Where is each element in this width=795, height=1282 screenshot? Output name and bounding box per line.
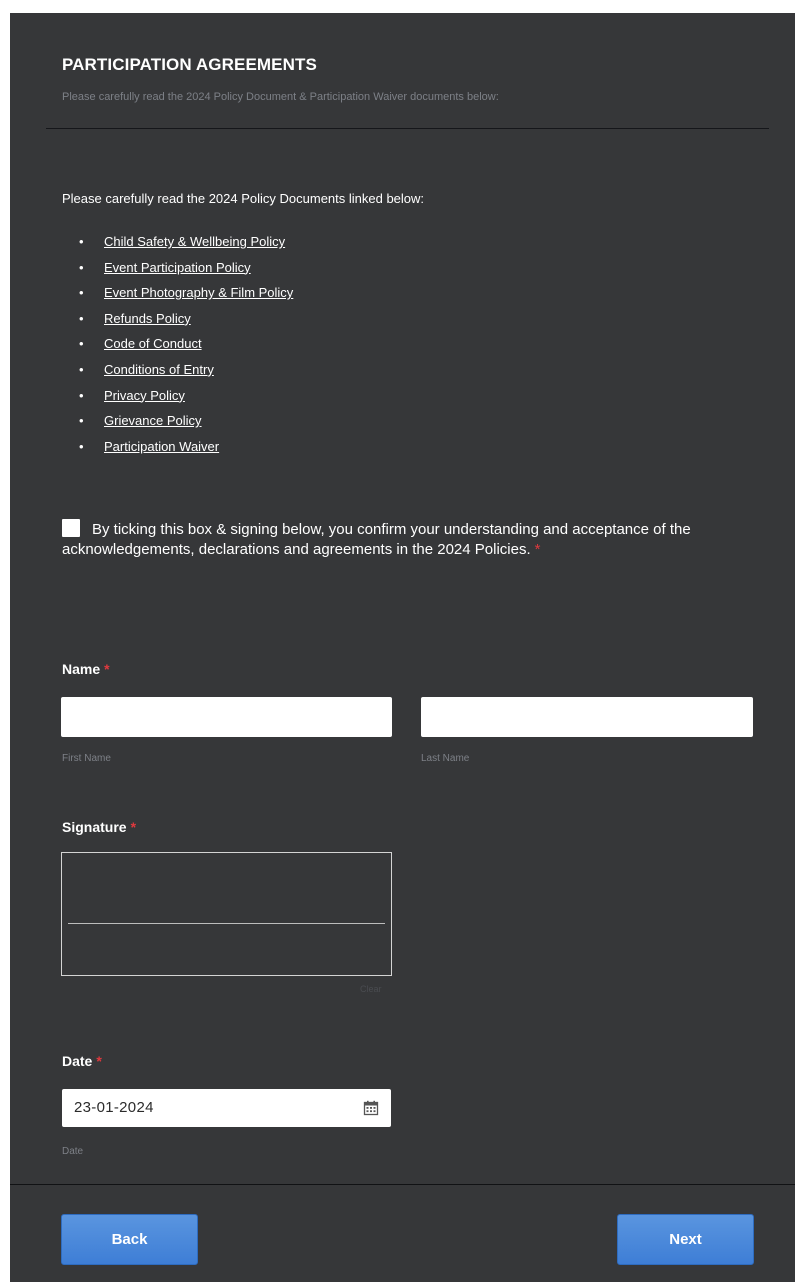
bullet-icon: • bbox=[79, 438, 84, 454]
consent-checkbox[interactable] bbox=[62, 519, 80, 537]
bullet-icon: • bbox=[79, 285, 84, 301]
signature-pad[interactable] bbox=[61, 852, 392, 976]
signature-clear-link[interactable]: Clear bbox=[360, 984, 382, 994]
calendar-icon[interactable] bbox=[363, 1100, 379, 1116]
list-item: • Child Safety & Wellbeing Policy bbox=[62, 229, 293, 255]
signature-baseline bbox=[68, 923, 385, 924]
bullet-icon: • bbox=[79, 310, 84, 326]
list-item: • Privacy Policy bbox=[62, 383, 293, 409]
bullet-icon: • bbox=[79, 413, 84, 429]
bullet-icon: • bbox=[79, 387, 84, 403]
required-indicator: * bbox=[96, 1053, 102, 1069]
consent-text: By ticking this box & signing below, you… bbox=[62, 521, 691, 558]
name-label: Name * bbox=[62, 661, 110, 677]
last-name-sublabel: Last Name bbox=[421, 753, 470, 764]
participation-form: PARTICIPATION AGREEMENTS Please carefull… bbox=[10, 13, 795, 1282]
policy-link-grievance[interactable]: Grievance Policy bbox=[104, 413, 202, 428]
list-item: • Event Participation Policy bbox=[62, 255, 293, 281]
list-item: • Event Photography & Film Policy bbox=[62, 280, 293, 306]
list-item: • Conditions of Entry bbox=[62, 357, 293, 383]
section-subtitle: Please carefully read the 2024 Policy Do… bbox=[62, 91, 499, 103]
date-label-text: Date bbox=[62, 1053, 93, 1069]
list-item: • Participation Waiver bbox=[62, 434, 293, 460]
section-title: PARTICIPATION AGREEMENTS bbox=[62, 55, 317, 74]
policy-link-photography-film[interactable]: Event Photography & Film Policy bbox=[104, 285, 293, 300]
next-button[interactable]: Next bbox=[617, 1214, 754, 1265]
policy-link-event-participation[interactable]: Event Participation Policy bbox=[104, 260, 251, 275]
bullet-icon: • bbox=[79, 259, 84, 275]
name-label-text: Name bbox=[62, 661, 101, 677]
policy-link-participation-waiver[interactable]: Participation Waiver bbox=[104, 439, 219, 454]
date-value: 23-01-2024 bbox=[74, 1099, 154, 1116]
date-sublabel: Date bbox=[62, 1146, 84, 1157]
header-divider bbox=[46, 128, 769, 129]
date-input[interactable]: 23-01-2024 bbox=[62, 1089, 391, 1127]
date-label: Date * bbox=[62, 1053, 102, 1069]
signature-label: Signature * bbox=[62, 819, 136, 835]
first-name-input[interactable] bbox=[61, 697, 392, 737]
last-name-input[interactable] bbox=[421, 697, 753, 737]
bullet-icon: • bbox=[79, 336, 84, 352]
required-indicator: * bbox=[104, 661, 110, 677]
list-item: • Refunds Policy bbox=[62, 306, 293, 332]
required-indicator: * bbox=[130, 819, 137, 835]
bullet-icon: • bbox=[79, 361, 84, 377]
list-item: • Code of Conduct bbox=[62, 331, 293, 357]
signature-label-text: Signature bbox=[62, 819, 127, 835]
back-button[interactable]: Back bbox=[61, 1214, 198, 1265]
footer-divider bbox=[10, 1184, 795, 1185]
consent-statement: By ticking this box & signing below, you… bbox=[62, 519, 702, 560]
policies-intro: Please carefully read the 2024 Policy Do… bbox=[62, 191, 425, 206]
policy-link-privacy[interactable]: Privacy Policy bbox=[104, 388, 185, 403]
bullet-icon: • bbox=[79, 234, 84, 249]
policy-link-code-of-conduct[interactable]: Code of Conduct bbox=[104, 336, 202, 351]
first-name-sublabel: First Name bbox=[62, 753, 111, 764]
policy-link-conditions-of-entry[interactable]: Conditions of Entry bbox=[104, 362, 214, 377]
list-item: • Grievance Policy bbox=[62, 408, 293, 434]
required-indicator: * bbox=[534, 541, 541, 558]
policy-link-refunds[interactable]: Refunds Policy bbox=[104, 311, 191, 326]
policy-list: • Child Safety & Wellbeing Policy • Event … bbox=[62, 229, 293, 459]
policy-link-child-safety[interactable]: Child Safety & Wellbeing Policy bbox=[104, 234, 285, 249]
